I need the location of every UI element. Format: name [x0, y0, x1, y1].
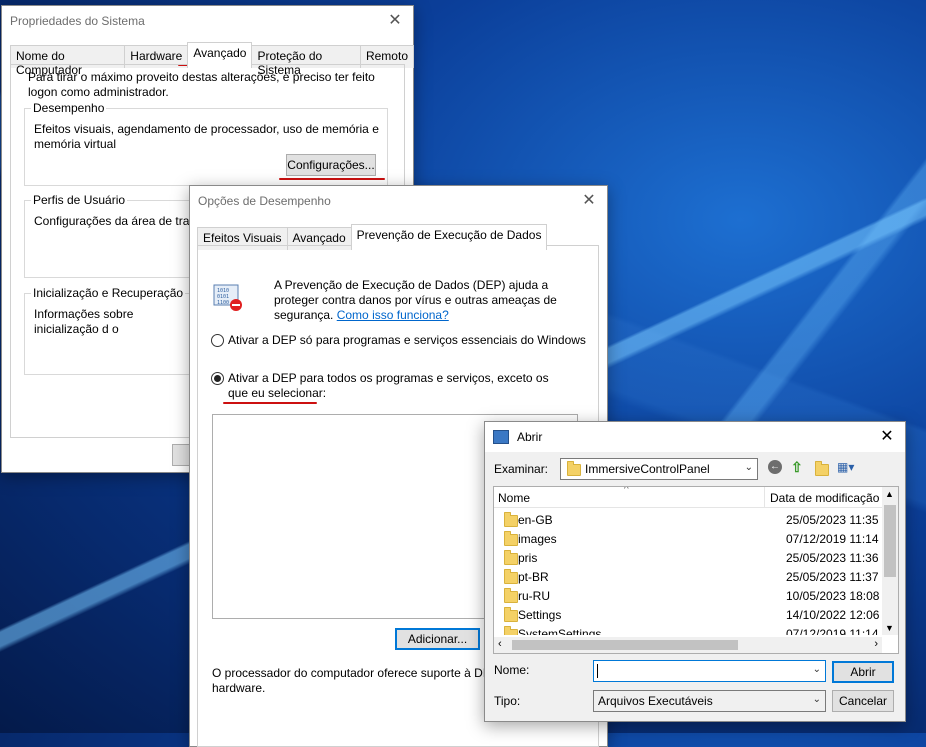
dep-footer-text: O processador do computador oferece supo…	[212, 666, 491, 695]
performance-title: Desempenho	[31, 101, 107, 115]
folder-icon	[504, 607, 518, 622]
view-menu-icon[interactable]: ▦▾	[837, 460, 854, 474]
look-in-label: Examinar:	[494, 462, 549, 476]
file-list[interactable]: ^ Nome Data de modificação en-GB 25/05/2…	[493, 486, 899, 654]
file-name: Settings	[518, 608, 562, 622]
window-title: Propriedades do Sistema	[10, 14, 145, 28]
text-cursor	[597, 664, 598, 678]
cancel-button[interactable]: Cancelar	[832, 690, 894, 712]
new-folder-icon[interactable]	[815, 461, 829, 476]
close-icon[interactable]: ✕	[385, 11, 405, 31]
folder-icon	[567, 461, 581, 476]
startup-recovery-desc: Informações sobre inicialização d o	[34, 307, 134, 336]
add-button[interactable]: Adicionar...	[395, 628, 480, 650]
dep-essential-radio[interactable]	[211, 334, 224, 347]
open-file-dialog: Abrir ✕ Examinar: ImmersiveControlPanel …	[484, 421, 906, 722]
file-date: 25/05/2023 11:35	[786, 513, 879, 527]
file-name: ru-RU	[518, 589, 550, 603]
file-type-value: Arquivos Executáveis	[598, 694, 713, 708]
scroll-up-icon[interactable]: ▲	[885, 489, 894, 499]
list-item[interactable]: ru-RU 10/05/2023 18:08	[502, 587, 882, 606]
annotation-underline	[279, 178, 385, 180]
scroll-left-icon[interactable]: ‹	[498, 638, 502, 650]
app-icon	[493, 430, 509, 444]
dep-description: A Prevenção de Execução de Dados (DEP) a…	[274, 278, 574, 323]
title-bar[interactable]: Abrir ✕	[485, 422, 905, 452]
user-profiles-title: Perfis de Usuário	[31, 193, 128, 207]
file-name-input[interactable]: ⌄	[593, 660, 826, 682]
dep-all-radio[interactable]	[211, 372, 224, 385]
tab-dep[interactable]: Prevenção de Execução de Dados	[350, 224, 548, 250]
close-icon[interactable]: ✕	[877, 427, 897, 447]
open-button[interactable]: Abrir	[832, 661, 894, 683]
horizontal-scrollbar[interactable]: ‹ ›	[494, 637, 882, 653]
back-icon[interactable]: ←	[768, 460, 782, 474]
dep-shield-icon: 1010 0101 1100	[212, 281, 242, 311]
dep-essential-label[interactable]: Ativar a DEP só para programas e serviço…	[228, 333, 588, 348]
folder-icon	[504, 588, 518, 603]
chevron-down-icon: ⌄	[812, 694, 821, 705]
file-name: SystemSettings	[518, 627, 602, 635]
window-title: Abrir	[517, 430, 543, 444]
file-date: 07/12/2019 11:14	[786, 627, 879, 635]
folder-icon	[504, 626, 518, 635]
scroll-thumb[interactable]	[512, 640, 738, 650]
dep-all-label[interactable]: Ativar a DEP para todos os programas e s…	[228, 371, 568, 401]
list-item[interactable]: SystemSettings 07/12/2019 11:14	[502, 625, 882, 635]
col-name-header[interactable]: Nome	[498, 491, 530, 505]
list-item[interactable]: images 07/12/2019 11:14	[502, 530, 882, 549]
col-divider	[764, 487, 765, 507]
chevron-down-icon[interactable]: ⌄	[813, 664, 821, 675]
user-profiles-desc: Configurações da área de trabalh	[34, 214, 194, 228]
column-header: Nome Data de modificação	[494, 487, 884, 508]
file-date: 14/10/2022 12:06	[786, 608, 880, 622]
scroll-thumb[interactable]	[884, 505, 896, 577]
look-in-value: ImmersiveControlPanel	[585, 462, 710, 476]
file-type-label: Tipo:	[494, 694, 521, 708]
file-type-select[interactable]: Arquivos Executáveis ⌄	[593, 690, 826, 712]
chevron-down-icon: ⌄	[744, 462, 753, 473]
performance-settings-button[interactable]: Configurações...	[286, 154, 376, 176]
file-date: 25/05/2023 11:36	[786, 551, 879, 565]
file-rows: en-GB 25/05/2023 11:35 images 07/12/2019…	[502, 511, 882, 635]
scroll-down-icon[interactable]: ▼	[885, 623, 894, 633]
folder-icon	[504, 569, 518, 584]
vertical-scrollbar[interactable]: ▲ ▼	[882, 487, 898, 635]
scroll-right-icon[interactable]: ›	[874, 638, 878, 650]
svg-text:1100: 1100	[217, 300, 229, 306]
dep-help-link[interactable]: Como isso funciona?	[337, 308, 449, 322]
folder-icon	[504, 550, 518, 565]
file-date: 07/12/2019 11:14	[786, 532, 879, 546]
list-item[interactable]: Settings 14/10/2022 12:06	[502, 606, 882, 625]
annotation-underline	[223, 402, 317, 404]
list-item[interactable]: pris 25/05/2023 11:36	[502, 549, 882, 568]
list-item[interactable]: pt-BR 25/05/2023 11:37	[502, 568, 882, 587]
file-name: pt-BR	[518, 570, 549, 584]
file-name: en-GB	[518, 513, 553, 527]
list-item[interactable]: en-GB 25/05/2023 11:35	[502, 511, 882, 530]
startup-recovery-title: Inicialização e Recuperação	[31, 286, 186, 300]
col-date-header[interactable]: Data de modificação	[770, 491, 879, 505]
tab-advanced[interactable]: Avançado	[187, 42, 253, 68]
file-name: pris	[518, 551, 538, 565]
close-icon[interactable]: ✕	[579, 191, 599, 211]
up-folder-icon[interactable]: ⇧	[791, 459, 803, 476]
look-in-combo[interactable]: ImmersiveControlPanel ⌄	[560, 458, 758, 480]
folder-icon	[504, 531, 518, 546]
performance-desc: Efeitos visuais, agendamento de processa…	[34, 122, 379, 151]
window-title: Opções de Desempenho	[198, 194, 331, 208]
folder-icon	[504, 512, 518, 527]
file-date: 10/05/2023 18:08	[786, 589, 880, 603]
file-name: images	[518, 532, 557, 546]
title-bar[interactable]: Opções de Desempenho ✕	[190, 186, 607, 216]
file-date: 25/05/2023 11:37	[786, 570, 879, 584]
title-bar[interactable]: Propriedades do Sistema ✕	[2, 6, 413, 36]
intro-text: Para tirar o máximo proveito destas alte…	[28, 70, 375, 99]
file-name-label: Nome:	[494, 663, 530, 677]
